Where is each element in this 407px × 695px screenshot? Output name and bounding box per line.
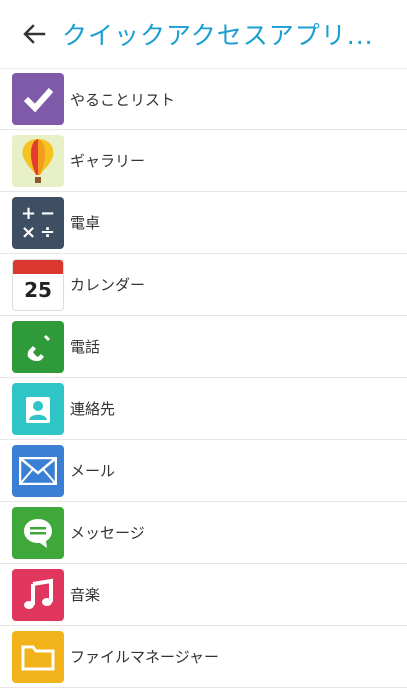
list-item-calculator[interactable]: + − × ÷ 電卓: [0, 192, 407, 254]
list-item-calendar[interactable]: 25 カレンダー: [0, 254, 407, 316]
message-icon: [12, 506, 64, 559]
list-item-contacts[interactable]: 連絡先: [0, 378, 407, 440]
mail-icon: [12, 444, 64, 497]
calculator-icon: + − × ÷: [12, 196, 64, 249]
contacts-icon: [12, 382, 64, 435]
calendar-day-number: 25: [24, 277, 52, 302]
list-item-phone[interactable]: 電話: [0, 316, 407, 378]
music-icon: [12, 568, 64, 621]
app-header: クイックアクセスアプリ...: [0, 0, 407, 68]
back-arrow-icon[interactable]: [22, 21, 48, 47]
list-item-label: 連絡先: [70, 400, 116, 418]
list-item-label: やることリスト: [70, 90, 176, 109]
list-item-label: 電卓: [70, 214, 101, 232]
list-item-todo[interactable]: やることリスト: [0, 68, 407, 130]
list-item-mail[interactable]: メール: [0, 440, 407, 502]
todo-checkmark-icon: [12, 73, 64, 125]
list-item-label: 電話: [70, 338, 101, 356]
page-title: クイックアクセスアプリ...: [62, 21, 374, 50]
calendar-icon: 25: [12, 258, 64, 311]
list-item-music[interactable]: 音楽: [0, 564, 407, 626]
list-item-gallery[interactable]: ギャラリー: [0, 130, 407, 192]
list-item-label: ファイルマネージャー: [70, 648, 219, 666]
app-list: やることリスト ギャラリー + − × ÷ 電卓 25 カレンダー 電話 連絡先…: [0, 68, 407, 688]
list-item-label: カレンダー: [70, 276, 146, 294]
phone-icon: [12, 320, 64, 373]
list-item-message[interactable]: メッセージ: [0, 502, 407, 564]
list-item-label: ギャラリー: [70, 152, 146, 170]
gallery-balloon-icon: [12, 134, 64, 187]
folder-icon: [12, 630, 64, 683]
list-item-label: 音楽: [70, 586, 101, 604]
list-item-file-manager[interactable]: ファイルマネージャー: [0, 626, 407, 688]
list-item-label: メッセージ: [70, 524, 145, 542]
list-item-label: メール: [70, 462, 116, 480]
